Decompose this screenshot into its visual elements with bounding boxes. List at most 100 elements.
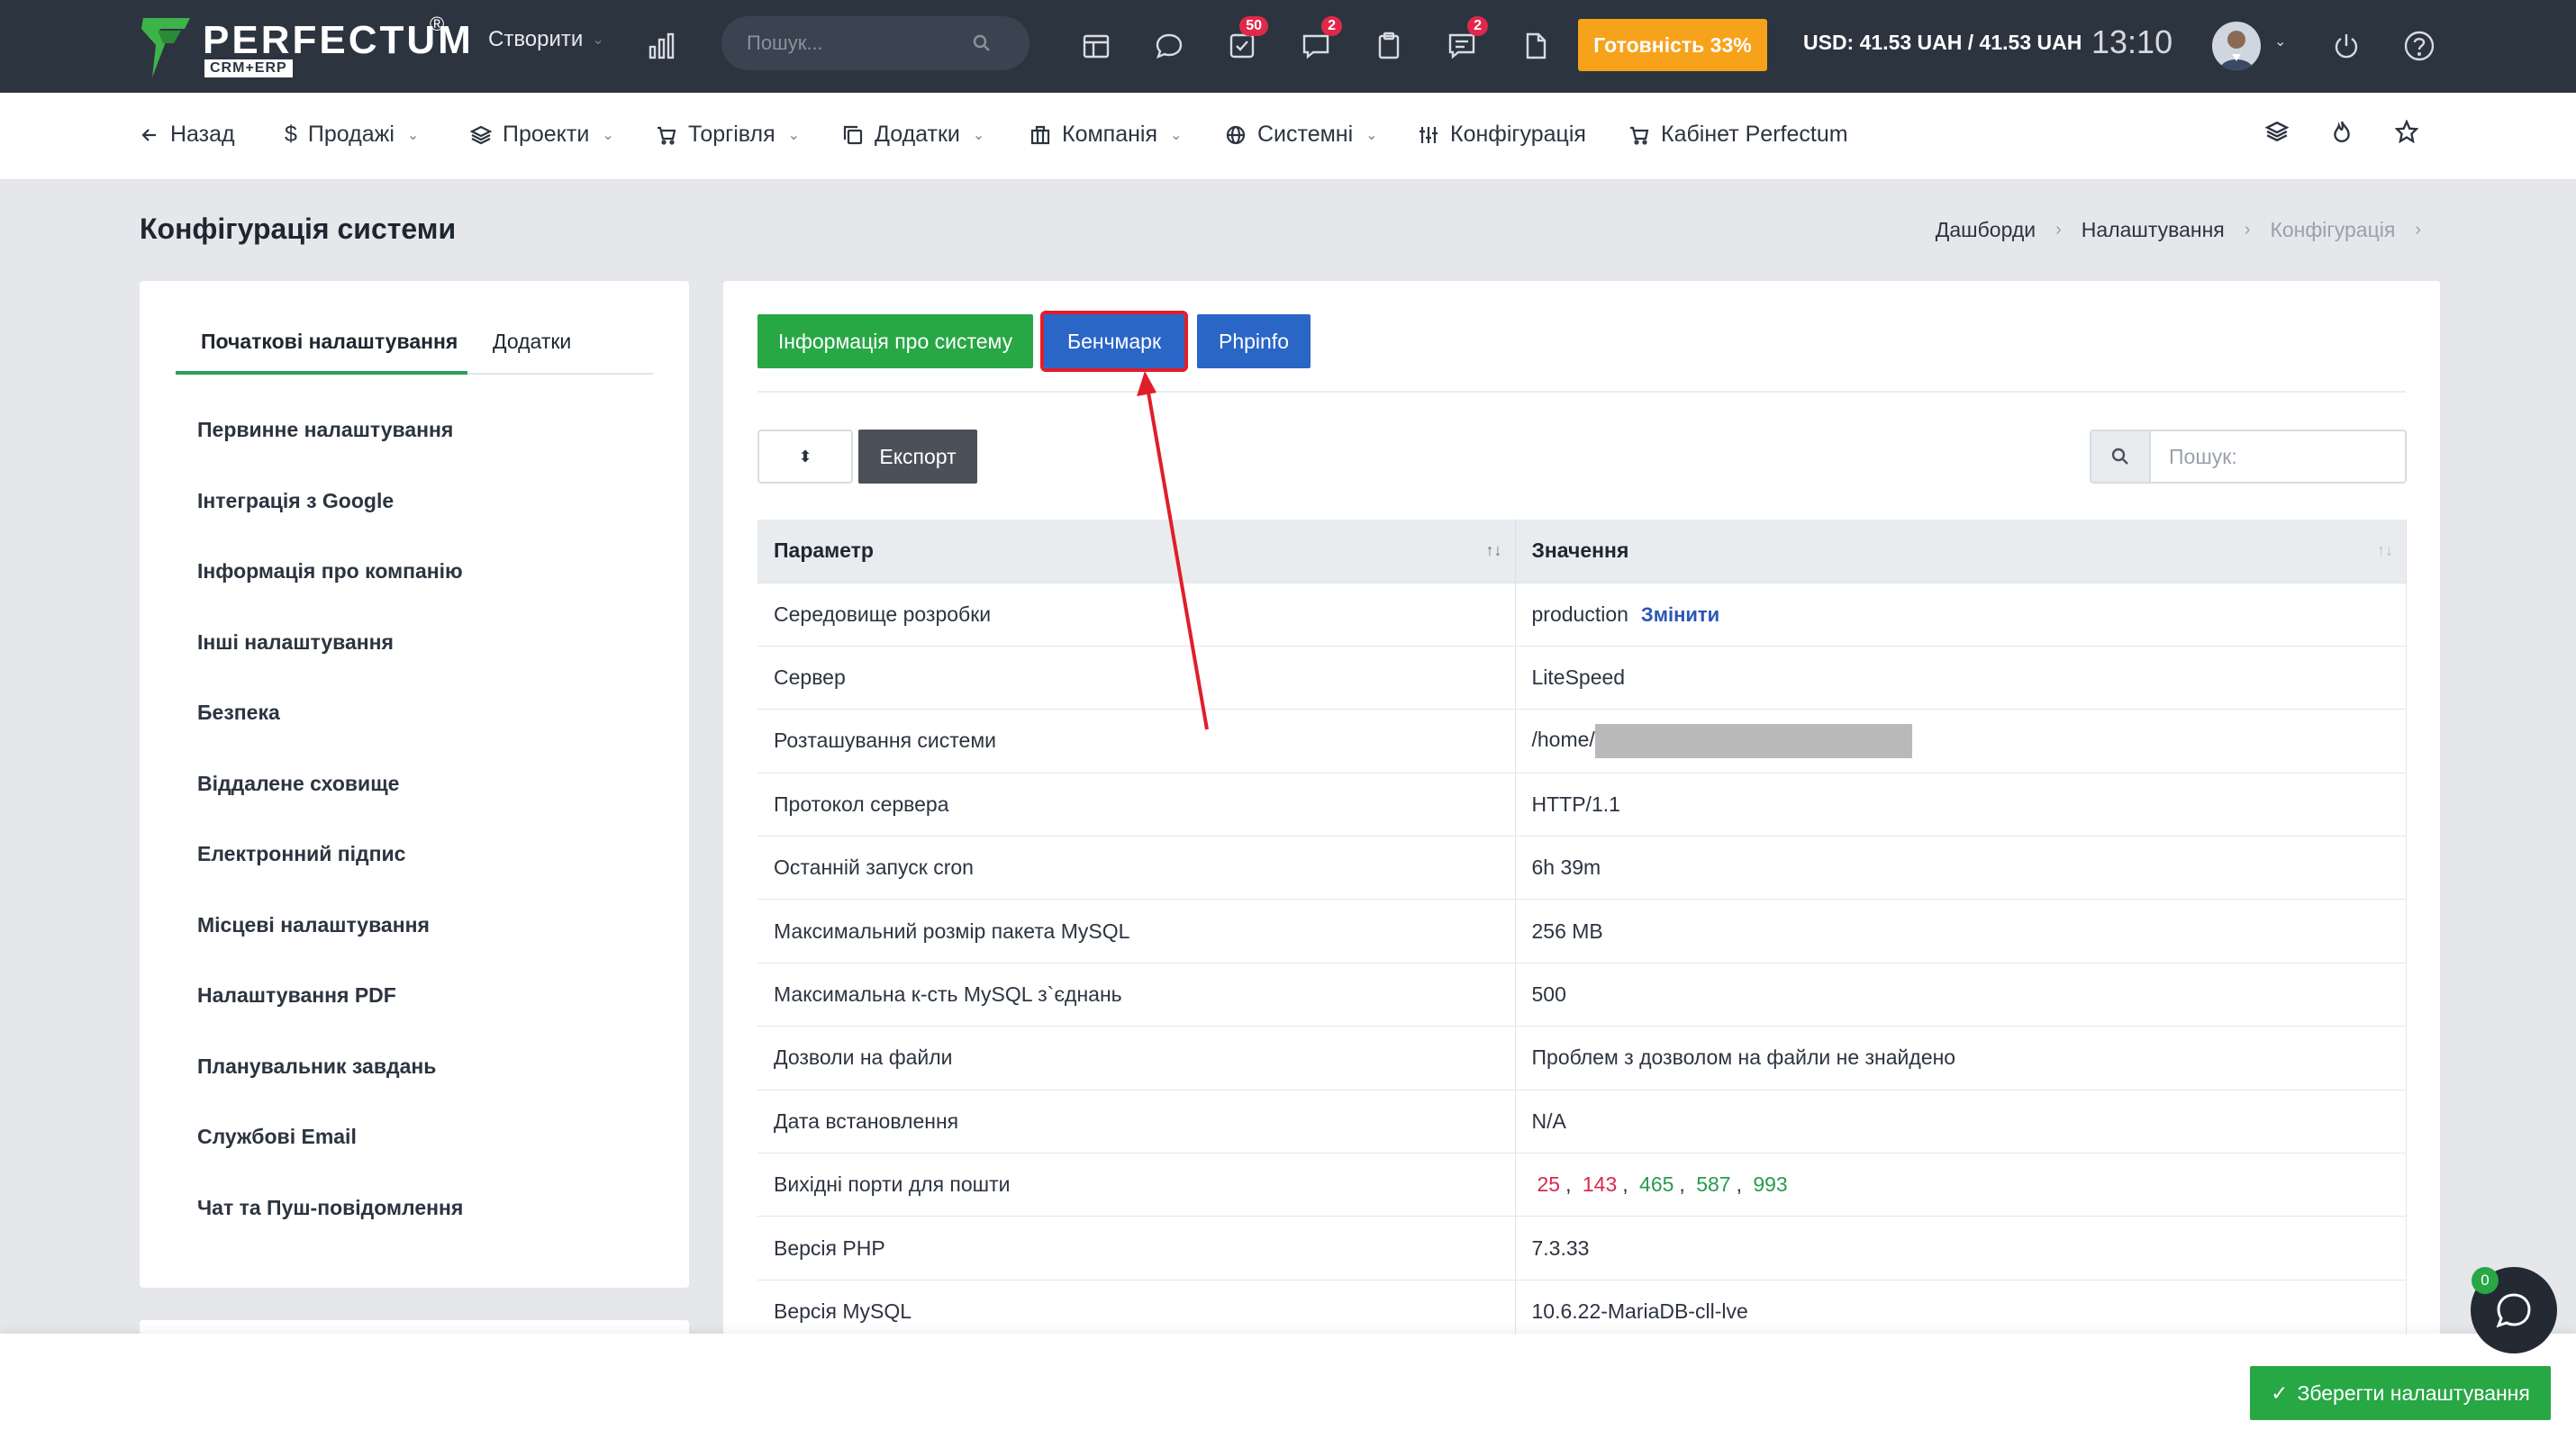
settings-item-service-email[interactable]: Службові Email xyxy=(197,1123,463,1194)
calendar-icon xyxy=(1083,34,1110,59)
hot-button[interactable] xyxy=(2330,120,2354,148)
cart-icon xyxy=(1630,126,1649,145)
chat-button[interactable] xyxy=(1147,23,1192,68)
favorites-button[interactable] xyxy=(2394,119,2419,148)
nav-system[interactable]: Системні ⌄ xyxy=(1225,122,1378,148)
create-dropdown[interactable]: Створити ⌄ xyxy=(488,27,604,52)
layers-button[interactable] xyxy=(2264,120,2290,148)
settings-item-primary[interactable]: Первинне налаштування xyxy=(197,416,463,487)
avatar[interactable] xyxy=(2212,22,2261,70)
settings-item-google[interactable]: Інтеграція з Google xyxy=(197,487,463,558)
nav-company-label: Компанія xyxy=(1062,122,1157,147)
settings-item-chat-push[interactable]: Чат та Пуш-повідомлення xyxy=(197,1194,463,1265)
settings-item-company-info[interactable]: Інформація про компанію xyxy=(197,557,463,629)
clipboard-icon xyxy=(1378,32,1400,59)
column-header-value[interactable]: Значення ↑↓ xyxy=(1515,520,2407,583)
benchmark-button[interactable]: Бенчмарк xyxy=(1040,311,1188,372)
table-row: Вихідні порти для пошти 25, 143, 465, 58… xyxy=(757,1153,2407,1217)
logout-button[interactable] xyxy=(2324,23,2369,68)
nav-cabinet[interactable]: Кабінет Perfectum xyxy=(1628,122,1848,148)
value-cell: 500 xyxy=(1515,962,2407,1027)
documents-button[interactable] xyxy=(1513,23,1558,68)
table-row: Версія PHP 7.3.33 xyxy=(757,1216,2407,1281)
change-environment-link[interactable]: Змінити xyxy=(1641,603,1719,626)
nav-company[interactable]: Компанія ⌄ xyxy=(1029,122,1182,148)
settings-item-security[interactable]: Безпека xyxy=(197,699,463,770)
clipboard-button[interactable] xyxy=(1366,23,1411,68)
breadcrumb-settings[interactable]: Налаштування xyxy=(2082,218,2225,242)
readiness-button[interactable]: Готовність 33% xyxy=(1578,19,1767,71)
nav-sales[interactable]: $ Продажі ⌄ xyxy=(285,122,419,148)
settings-item-scheduler[interactable]: Планувальник завдань xyxy=(197,1053,463,1124)
help-button[interactable] xyxy=(2397,23,2442,68)
calendar-button[interactable] xyxy=(1074,23,1119,68)
table-search[interactable] xyxy=(2090,430,2407,484)
power-icon xyxy=(2335,34,2358,59)
value-cell: LiteSpeed xyxy=(1515,645,2407,710)
chevron-right-icon: › xyxy=(2244,220,2251,240)
nav-addons-label: Додатки xyxy=(875,122,960,147)
breadcrumb-dashboards[interactable]: Дашборди xyxy=(1936,218,2036,242)
nav-config[interactable]: Конфігурація xyxy=(1418,122,1586,148)
help-icon xyxy=(2404,31,2435,61)
column-header-param[interactable]: Параметр ↑↓ xyxy=(757,520,1516,583)
settings-item-pdf[interactable]: Налаштування PDF xyxy=(197,982,463,1053)
nav-projects-label: Проекти xyxy=(503,122,590,147)
chevron-right-icon: › xyxy=(2055,220,2062,240)
stats-button[interactable] xyxy=(639,23,685,68)
settings-item-e-signature[interactable]: Електронний підпис xyxy=(197,840,463,911)
nav-addons[interactable]: Додатки ⌄ xyxy=(842,122,984,148)
mail-port-open: 993 xyxy=(1753,1172,1788,1197)
value-cell: 256 MB xyxy=(1515,899,2407,964)
nav-trade[interactable]: Торгівля ⌄ xyxy=(656,122,800,148)
value-cell: HTTP/1.1 xyxy=(1515,772,2407,837)
logo[interactable]: PERFECTUM ® CRM+ERP xyxy=(140,13,471,81)
search-icon xyxy=(973,34,990,51)
save-settings-button[interactable]: ✓ Зберегти налаштування xyxy=(2250,1366,2551,1420)
comments-button[interactable]: 2 xyxy=(1439,16,1488,68)
star-icon xyxy=(2394,119,2419,144)
nav-back-label: Назад xyxy=(170,122,235,147)
export-button[interactable]: Експорт xyxy=(858,430,977,484)
tasks-button[interactable]: 50 xyxy=(1220,16,1268,68)
bar-chart-icon xyxy=(649,32,675,59)
search-icon xyxy=(2091,431,2151,482)
chevron-down-icon[interactable]: ⌄ xyxy=(2274,32,2286,50)
messages-badge: 2 xyxy=(1321,16,1342,36)
table-row: Протокол сервера HTTP/1.1 xyxy=(757,772,2407,837)
nav-projects[interactable]: Проекти ⌄ xyxy=(470,122,614,148)
nav-sales-label: Продажі xyxy=(307,122,395,147)
arrow-left-icon xyxy=(141,128,156,141)
global-search[interactable] xyxy=(721,16,1029,70)
nav-cabinet-label: Кабінет Perfectum xyxy=(1661,122,1848,147)
nav-back[interactable]: Назад xyxy=(140,122,235,148)
messages-button[interactable]: 2 xyxy=(1293,16,1342,68)
param-cell: Версія PHP xyxy=(757,1216,1516,1281)
system-info-button[interactable]: Інформація про систему xyxy=(757,314,1033,368)
value-cell: Проблем з дозволом на файли не знайдено xyxy=(1515,1026,2407,1091)
chevron-down-icon: ⌄ xyxy=(406,127,420,143)
value-cell: /home/ xyxy=(1515,709,2407,774)
document-icon xyxy=(1526,32,1547,59)
user-avatar-icon xyxy=(2219,31,2254,70)
dollar-icon: $ xyxy=(285,122,297,147)
settings-item-locale[interactable]: Місцеві налаштування xyxy=(197,911,463,982)
settings-item-remote-storage[interactable]: Віддалене сховище xyxy=(197,770,463,841)
table-row: Середовище розробки production Змінити xyxy=(757,582,2407,647)
chevron-down-icon: ⌄ xyxy=(972,127,985,143)
settings-item-other[interactable]: Інші налаштування xyxy=(197,629,463,700)
table-search-input[interactable] xyxy=(2151,431,2403,482)
page-title: Конфігурація системи xyxy=(140,213,457,245)
breadcrumb: Дашборди › Налаштування › Конфігурація › xyxy=(1936,218,2421,242)
global-search-input[interactable] xyxy=(747,32,972,55)
nav-bar: Назад $ Продажі ⌄ Проекти ⌄ Торгівля ⌄ Д… xyxy=(0,93,2576,180)
page-length-select[interactable]: ⬍ xyxy=(757,430,853,484)
phpinfo-button[interactable]: Phpinfo xyxy=(1197,314,1311,368)
nav-system-label: Системні xyxy=(1257,122,1354,147)
sort-icon: ↑↓ xyxy=(1485,541,1502,559)
tab-initial-settings[interactable]: Початкові налаштування xyxy=(201,330,458,354)
chevron-down-icon: ⌄ xyxy=(602,127,614,143)
tab-addons[interactable]: Додатки xyxy=(493,330,571,354)
mail-port-closed: 143 xyxy=(1582,1172,1618,1197)
layers-icon xyxy=(470,125,492,144)
